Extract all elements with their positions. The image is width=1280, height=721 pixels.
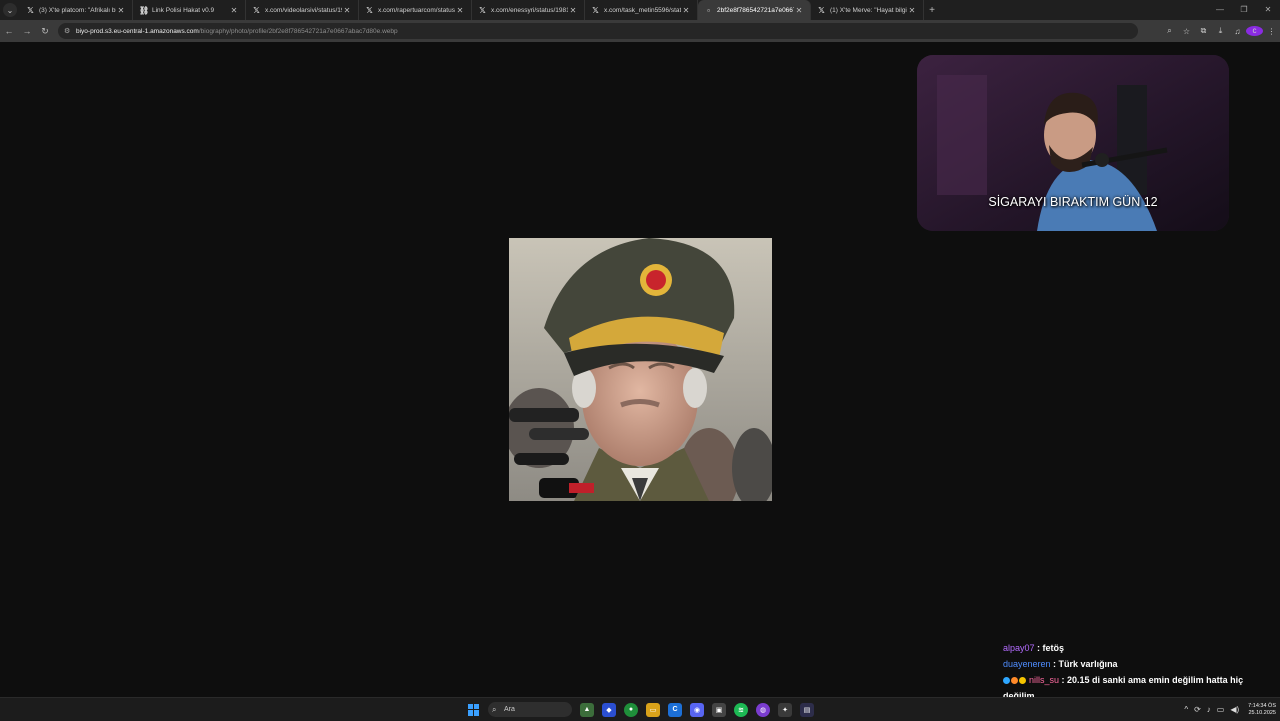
minimize-icon[interactable]: — <box>1208 0 1232 20</box>
url-path: /biography/photo/profile/2bf2e8f78654272… <box>198 27 398 35</box>
start-button[interactable] <box>468 703 480 716</box>
maximize-icon[interactable]: ❐ <box>1232 0 1256 20</box>
browser-tab[interactable]: ▫ 2bf2e8f786542721a7e0667abac✕ <box>698 0 811 20</box>
taskbar-search[interactable]: ⌕ Ara <box>488 702 572 717</box>
chat-text: Türk varlığına <box>1058 659 1118 669</box>
x-icon: 𝕏 <box>27 5 34 15</box>
badge-icon <box>1003 677 1010 685</box>
back-icon[interactable]: ← <box>0 26 18 36</box>
profile-avatar[interactable]: c <box>1246 26 1263 36</box>
x-icon: 𝕏 <box>479 5 486 15</box>
chat-username: nills_su <box>1029 675 1060 685</box>
close-tab-icon[interactable]: ✕ <box>568 6 578 15</box>
chat-separator: : <box>1050 659 1059 669</box>
x-icon: 𝕏 <box>592 5 599 15</box>
system-tray: ^ ⟳ ♪ ▭ ◀) 7:14:34 ÖS 25.10.2025 <box>1181 700 1276 719</box>
edge-icon[interactable]: C <box>668 702 682 717</box>
url-host: biyo-prod.s3.eu-central-1.amazonaws.com <box>76 27 199 35</box>
app-icon[interactable]: ▤ <box>800 702 814 717</box>
widgets-icon[interactable]: ▲ <box>580 702 594 717</box>
close-tab-icon[interactable]: ✕ <box>116 6 126 15</box>
taskbar-search-label: Ara <box>504 706 515 713</box>
clock-date: 25.10.2025 <box>1248 709 1276 716</box>
profile-photo <box>509 238 772 501</box>
page-icon: ▫ <box>707 5 710 15</box>
tab-title: (3) X'te platcom: "Afrikalı bir gr <box>39 6 116 14</box>
downloads-icon[interactable]: ⤓ <box>1212 26 1229 36</box>
browser-tab[interactable]: 𝕏 (3) X'te platcom: "Afrikalı bir gr✕ <box>20 0 133 20</box>
file-explorer-icon[interactable]: ▭ <box>646 702 660 717</box>
sync-icon[interactable]: ⟳ <box>1194 705 1201 714</box>
tab-title: (1) X'te Merve: "Hayat bilgisi d <box>830 6 907 14</box>
chrome-icon[interactable]: ● <box>624 702 638 717</box>
extensions-icon[interactable]: ⧉ <box>1195 26 1212 36</box>
tab-title: x.com/rapertuarcom/status/198 <box>378 6 455 14</box>
close-window-icon[interactable]: ✕ <box>1256 0 1280 20</box>
microphone-icon[interactable]: ♪ <box>1207 705 1211 714</box>
discord-icon[interactable]: ◉ <box>690 702 704 717</box>
chat-text: fetöş <box>1042 643 1065 653</box>
tab-list: 𝕏(3) X'te platcom: "Afrikalı bir gr✕⛓Lin… <box>20 0 924 20</box>
zoom-icon[interactable]: ⌕ <box>1161 26 1178 36</box>
chat-message: alpay07 : fetöş <box>1003 640 1273 656</box>
webcam-caption: SİGARAYI BIRAKTIM GÜN 12 <box>988 195 1158 209</box>
tab-title: 2bf2e8f786542721a7e0667abac <box>717 6 794 14</box>
close-tab-icon[interactable]: ✕ <box>455 6 465 15</box>
browser-tab[interactable]: 𝕏x.com/enessyri/status/1981242✕ <box>472 0 585 20</box>
badge-icon <box>1019 677 1026 685</box>
chevron-up-icon[interactable]: ^ <box>1184 705 1188 714</box>
x-icon: 𝕏 <box>253 5 260 15</box>
link-icon: ⛓ <box>139 5 150 15</box>
close-tab-icon[interactable]: ✕ <box>794 6 804 15</box>
clock-time: 7:14:34 ÖS <box>1248 702 1276 709</box>
taskbar: ⌕ Ara ▲ ◆ ● ▭ C ◉ ▣ ≋ ◍ ✦ ▤ ^ ⟳ ♪ ▭ ◀) 7… <box>0 697 1280 721</box>
toolbar-actions: ⌕ ☆ ⧉ ⤓ ♫ c ⋮ <box>1161 20 1280 42</box>
browser-tab[interactable]: 𝕏x.com/task_metin5596/status/1✕ <box>585 0 698 20</box>
window-controls: — ❐ ✕ <box>1208 0 1280 20</box>
volume-icon[interactable]: ◀) <box>1230 705 1239 714</box>
close-tab-icon[interactable]: ✕ <box>907 6 917 15</box>
chat-username: duayeneren <box>1003 659 1051 669</box>
tab-title: x.com/enessyri/status/1981242 <box>491 6 568 14</box>
search-icon: ⌕ <box>492 704 497 714</box>
browser-tab[interactable]: 𝕏 (1) X'te Merve: "Hayat bilgisi d✕ <box>811 0 924 20</box>
browser-toolbar: ← → ↻ ⚙ biyo-prod.s3.eu-central-1.amazon… <box>0 20 1280 42</box>
chat-separator: : <box>1059 675 1068 685</box>
tab-search-button[interactable]: ⌄ <box>3 3 17 17</box>
clock[interactable]: 7:14:34 ÖS 25.10.2025 <box>1248 703 1276 717</box>
obs-icon[interactable]: ▣ <box>712 702 726 717</box>
close-tab-icon[interactable]: ✕ <box>229 6 239 15</box>
badge-icon <box>1011 677 1018 685</box>
site-info-icon[interactable]: ⚙ <box>64 27 76 35</box>
copilot-icon[interactable]: ◆ <box>602 702 616 717</box>
network-icon[interactable]: ▭ <box>1217 705 1225 714</box>
menu-icon[interactable]: ⋮ <box>1263 27 1280 36</box>
browser-app-icon[interactable]: ◍ <box>756 702 770 717</box>
forward-icon[interactable]: → <box>18 26 36 36</box>
x-icon: 𝕏 <box>818 5 825 15</box>
close-tab-icon[interactable]: ✕ <box>342 6 352 15</box>
close-tab-icon[interactable]: ✕ <box>681 6 691 15</box>
address-bar[interactable]: ⚙ biyo-prod.s3.eu-central-1.amazonaws.co… <box>58 23 1138 39</box>
chat-badges <box>1003 672 1027 688</box>
chat-username: alpay07 <box>1003 643 1035 653</box>
x-icon: 𝕏 <box>366 5 373 15</box>
browser-tab[interactable]: 𝕏x.com/rapertuarcom/status/198✕ <box>359 0 472 20</box>
tab-title: x.com/task_metin5596/status/1 <box>604 6 681 14</box>
capture-icon[interactable]: ✦ <box>778 702 792 717</box>
bookmark-star-icon[interactable]: ☆ <box>1178 27 1195 36</box>
browser-tab[interactable]: ⛓ Link Polisi Hakat v0.9 ✕ <box>133 0 246 20</box>
spotify-icon[interactable]: ≋ <box>734 702 748 717</box>
browser-tab[interactable]: 𝕏x.com/videolarsivi/status/1982✕ <box>246 0 359 20</box>
tab-title: Link Polisi Hakat v0.9 <box>152 6 215 14</box>
chat-separator: : <box>1034 643 1043 653</box>
media-control-icon[interactable]: ♫ <box>1229 27 1246 36</box>
tab-title: x.com/videolarsivi/status/1982 <box>265 6 342 14</box>
new-tab-button[interactable]: + <box>924 5 940 16</box>
webcam-overlay: SİGARAYI BIRAKTIM GÜN 12 <box>917 55 1229 231</box>
taskbar-center: ⌕ Ara ▲ ◆ ● ▭ C ◉ ▣ ≋ ◍ ✦ ▤ <box>468 700 818 719</box>
chat-message: duayeneren : Türk varlığına <box>1003 656 1273 672</box>
reload-icon[interactable]: ↻ <box>36 26 54 37</box>
tab-strip: ⌄ 𝕏(3) X'te platcom: "Afrikalı bir gr✕⛓L… <box>0 0 1280 20</box>
